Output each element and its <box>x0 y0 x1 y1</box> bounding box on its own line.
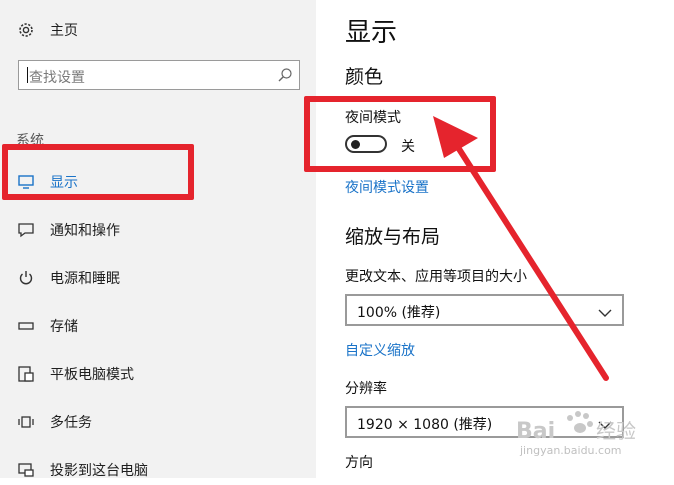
home-label: 主页 <box>50 23 78 39</box>
power-icon <box>16 268 36 288</box>
tablet-mode-icon <box>16 364 36 384</box>
scale-label: 更改文本、应用等项目的大小 <box>345 269 527 285</box>
sidebar-item-label: 存储 <box>50 319 78 335</box>
sidebar-item-label: 平板电脑模式 <box>50 367 134 383</box>
sidebar-item-power-sleep[interactable]: 电源和睡眠 <box>0 263 316 293</box>
sidebar-item-tablet-mode[interactable]: 平板电脑模式 <box>0 359 316 389</box>
search-placeholder: 查找设置 <box>29 70 85 86</box>
scale-layout-heading: 缩放与布局 <box>345 226 441 248</box>
annotation-box-night-mode <box>304 96 496 172</box>
orientation-label: 方向 <box>345 455 373 471</box>
color-heading: 颜色 <box>345 66 384 88</box>
multitasking-icon <box>16 412 36 432</box>
sidebar-item-multitasking[interactable]: 多任务 <box>0 407 316 437</box>
sidebar-item-label: 多任务 <box>50 415 92 431</box>
sidebar-item-label: 通知和操作 <box>50 223 120 239</box>
svg-text:经验: 经验 <box>596 419 636 443</box>
custom-scaling-link[interactable]: 自定义缩放 <box>345 340 415 360</box>
text-caret <box>27 67 28 83</box>
sidebar-item-label: 投影到这台电脑 <box>50 463 148 479</box>
watermark-url: jingyan.baidu.com <box>520 444 622 457</box>
night-mode-settings-link[interactable]: 夜间模式设置 <box>345 177 429 197</box>
page-title: 显示 <box>345 18 398 48</box>
annotation-box-display <box>2 144 194 200</box>
gear-icon <box>16 20 36 40</box>
message-icon <box>16 220 36 240</box>
sidebar-item-project-to-pc[interactable]: 投影到这台电脑 <box>0 455 316 485</box>
scale-dropdown[interactable]: 100% (推荐) <box>345 294 624 326</box>
sidebar: 主页 查找设置 系统 显示 通知和操作 电源和睡眠 存储 平板电脑模式 多任务 … <box>0 0 316 479</box>
baidu-jingyan-watermark: Bai 经验 jingyan.baidu.com <box>512 402 662 462</box>
sidebar-item-storage[interactable]: 存储 <box>0 311 316 341</box>
storage-icon <box>16 316 36 336</box>
chevron-down-icon <box>598 304 612 317</box>
resolution-label: 分辨率 <box>345 381 387 397</box>
svg-text:Bai: Bai <box>516 419 555 444</box>
sidebar-item-label: 电源和睡眠 <box>50 271 120 287</box>
resolution-dropdown-value: 1920 × 1080 (推荐) <box>357 417 493 433</box>
scale-dropdown-value: 100% (推荐) <box>357 305 441 321</box>
search-input[interactable]: 查找设置 <box>18 60 300 90</box>
sidebar-item-notifications[interactable]: 通知和操作 <box>0 215 316 245</box>
project-icon <box>16 460 36 480</box>
home-nav-item[interactable]: 主页 <box>16 18 78 42</box>
search-icon[interactable] <box>277 67 293 83</box>
